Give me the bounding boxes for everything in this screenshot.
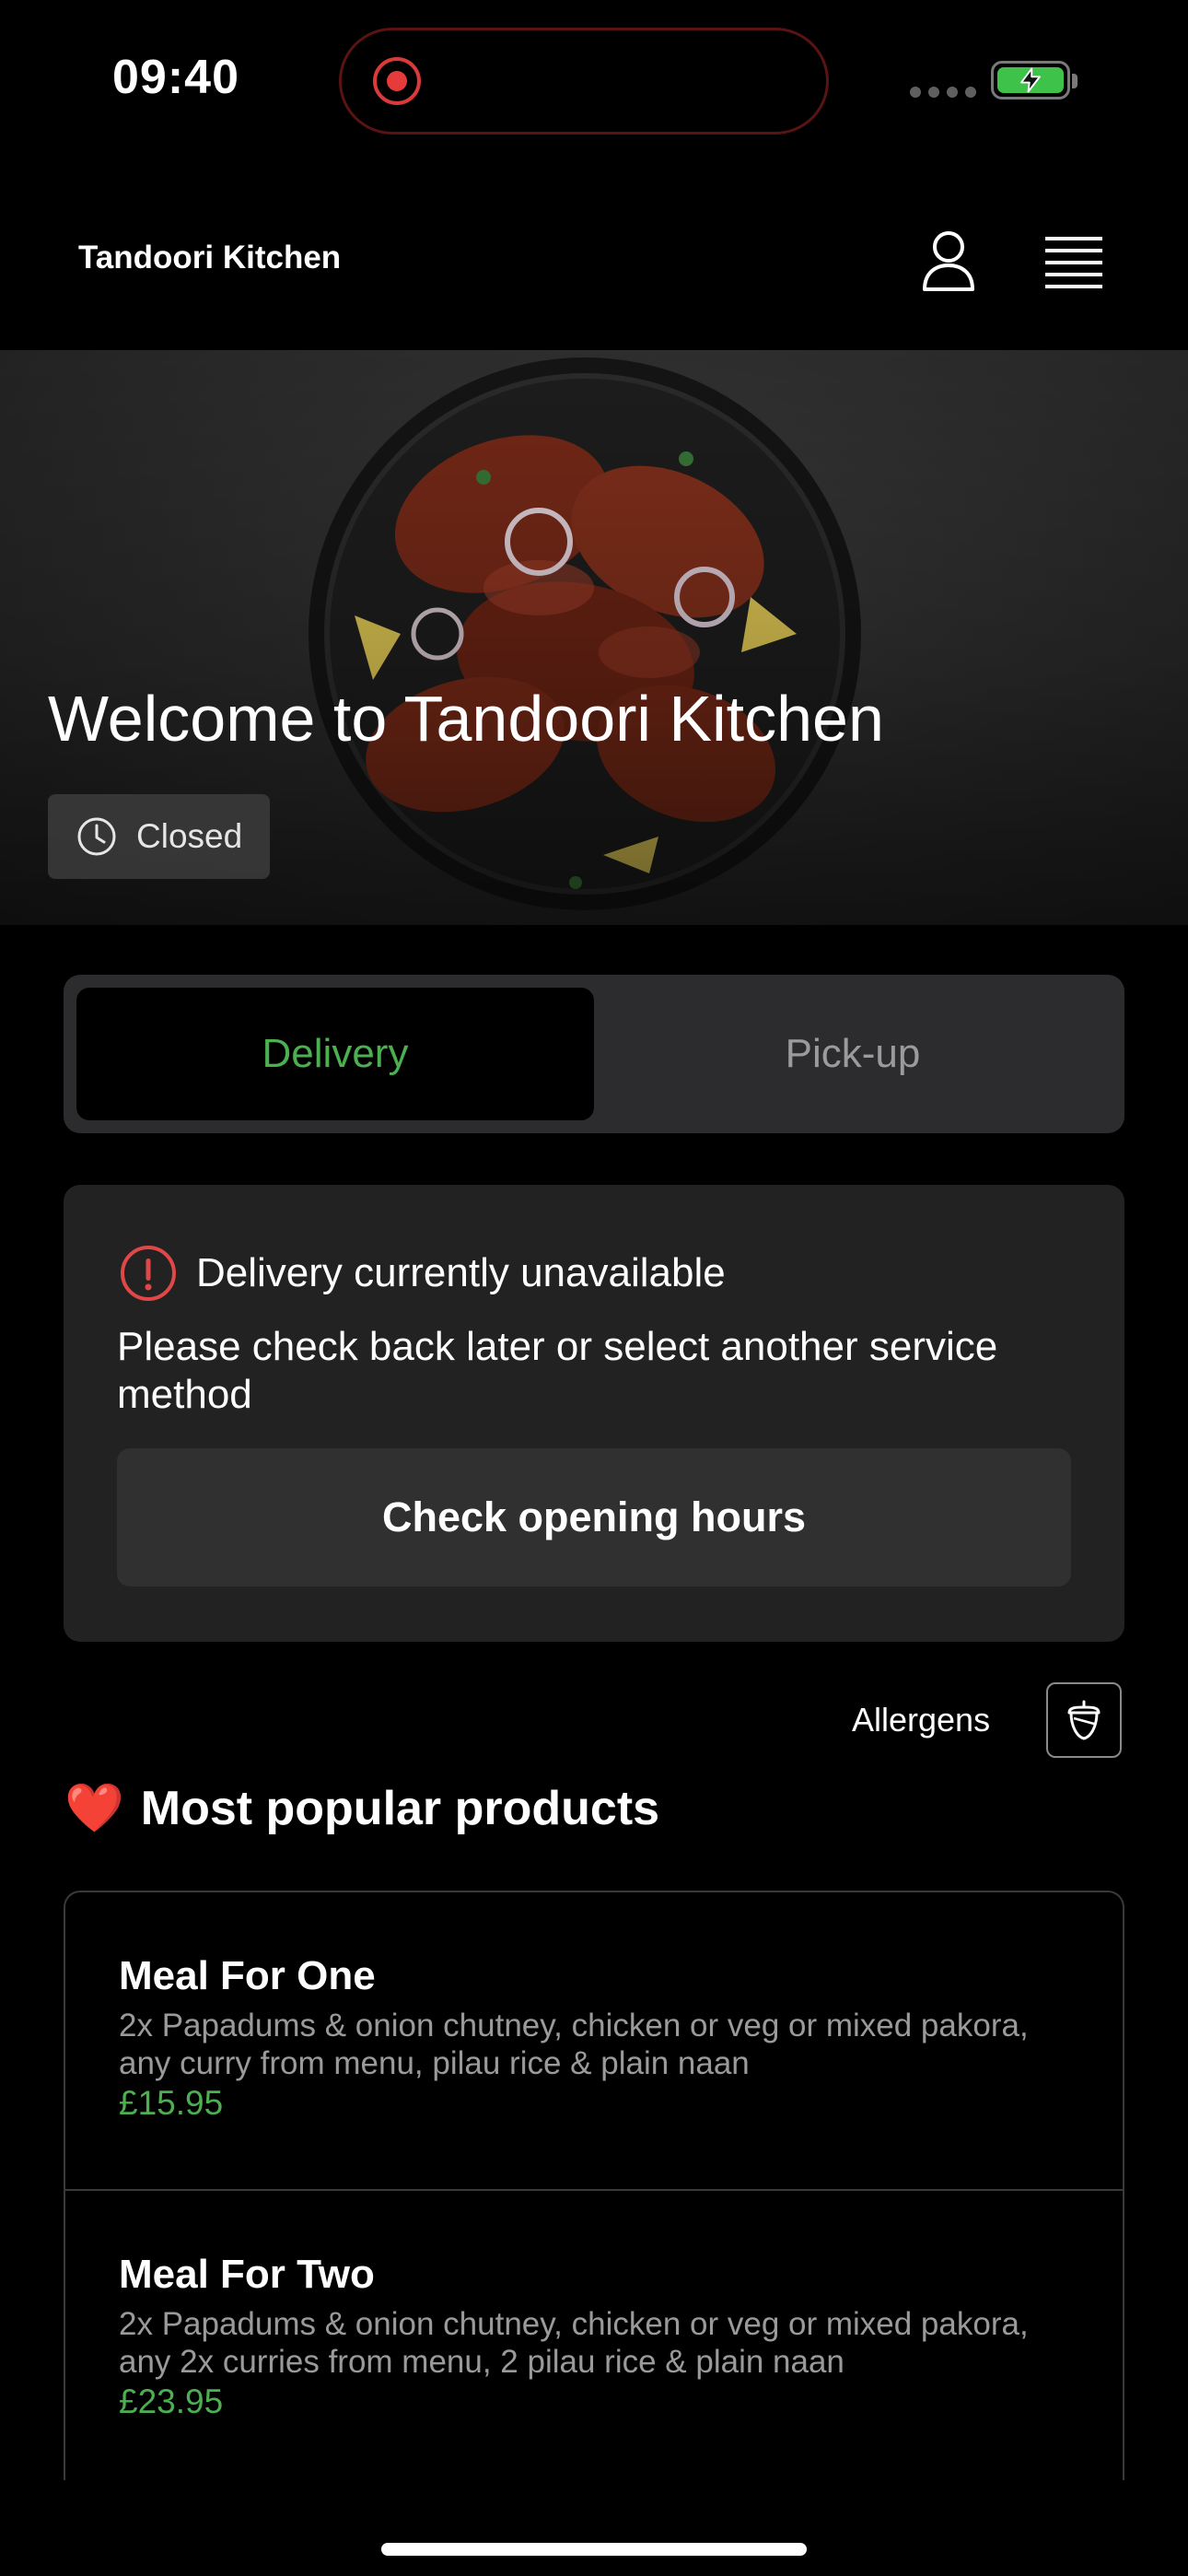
battery-charging-fill <box>997 67 1064 93</box>
check-opening-hours-button[interactable]: Check opening hours <box>117 1448 1071 1587</box>
battery-icon <box>991 61 1070 100</box>
service-method-toggle: Delivery Pick-up <box>64 975 1124 1133</box>
alert-heading-text: Delivery currently unavailable <box>196 1250 726 1295</box>
tab-pickup[interactable]: Pick-up <box>594 988 1112 1120</box>
cellular-signal-icon <box>910 87 976 98</box>
delivery-unavailable-alert: Delivery currently unavailable Please ch… <box>64 1185 1124 1642</box>
bolt-icon <box>1020 67 1041 93</box>
dynamic-island <box>339 28 829 135</box>
acorn-icon <box>1067 1700 1101 1740</box>
product-item-meal-for-one[interactable]: Meal For One 2x Papadums & onion chutney… <box>65 1892 1123 2191</box>
hero-title: Welcome to Tandoori Kitchen <box>48 683 884 755</box>
heart-icon: ❤️ <box>64 1782 124 1835</box>
product-description: 2x Papadums & onion chutney, chicken or … <box>119 2008 1029 2081</box>
alert-heading: Delivery currently unavailable <box>119 1244 726 1303</box>
person-icon <box>923 231 974 291</box>
status-time: 09:40 <box>112 51 239 104</box>
section-heading: ❤️ Most popular products <box>64 1780 659 1836</box>
menu-button[interactable] <box>1035 223 1112 300</box>
opening-status-label: Closed <box>136 817 243 855</box>
home-indicator[interactable] <box>381 2543 807 2556</box>
section-heading-text: Most popular products <box>140 1781 660 1835</box>
popular-products-list: Meal For One 2x Papadums & onion chutney… <box>64 1891 1124 2480</box>
product-name: Meal For Two <box>119 2252 375 2297</box>
hamburger-menu-icon <box>1045 237 1102 288</box>
product-item-meal-for-two[interactable]: Meal For Two 2x Papadums & onion chutney… <box>65 2191 1123 2480</box>
opening-status-badge: Closed <box>48 794 271 879</box>
brand-name[interactable]: Tandoori Kitchen <box>78 240 341 276</box>
product-description: 2x Papadums & onion chutney, chicken or … <box>119 2306 1029 2380</box>
allergens-button[interactable] <box>1046 1682 1122 1758</box>
recording-indicator-icon <box>373 57 421 105</box>
product-price: £23.95 <box>119 2383 224 2420</box>
hero-banner: Welcome to Tandoori Kitchen Closed <box>0 350 1188 925</box>
clock-icon <box>77 817 116 856</box>
battery-cap <box>1072 74 1077 88</box>
product-name: Meal For One <box>119 1953 376 1998</box>
app-header: Tandoori Kitchen <box>0 175 1188 350</box>
tab-delivery[interactable]: Delivery <box>76 988 594 1120</box>
allergens-label[interactable]: Allergens <box>852 1701 990 1739</box>
account-button[interactable] <box>910 223 987 300</box>
alert-message: Please check back later or select anothe… <box>117 1324 998 1417</box>
product-price: £15.95 <box>119 2084 224 2122</box>
info-icon <box>121 1246 176 1301</box>
status-bar: 09:40 <box>0 0 1188 166</box>
